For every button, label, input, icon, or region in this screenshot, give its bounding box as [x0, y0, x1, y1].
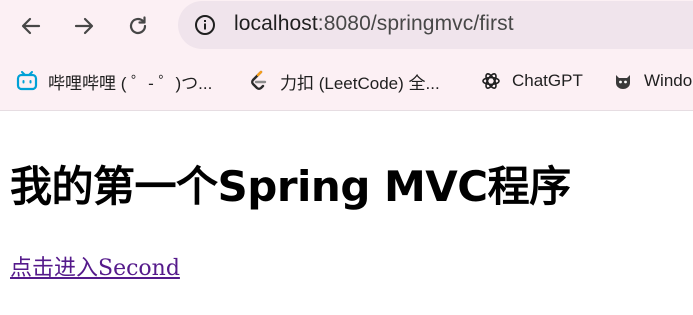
page-title: 我的第一个Spring MVC程序 [10, 162, 571, 211]
browser-toolbar: localhost:8080/springmvc/first [0, 0, 693, 52]
bookmark-label: ChatGPT [512, 71, 583, 90]
url-host: localhost [234, 12, 318, 35]
reload-icon [129, 16, 147, 35]
leetcode-icon [248, 70, 270, 92]
chatgpt-icon [480, 70, 502, 92]
bookmark-label: Windo [644, 71, 693, 90]
bookmarks-bar: 哔哩哔哩 ( ゜- ゜)つ... 力扣 (LeetCode) 全... Chat… [0, 56, 693, 106]
bookmark-chatgpt[interactable]: ChatGPT [480, 68, 583, 94]
bookmark-label: 哔哩哔哩 ( ゜- ゜)つ... [48, 73, 213, 93]
bookmark-bilibili[interactable]: 哔哩哔哩 ( ゜- ゜)つ... [16, 68, 212, 94]
arrow-left-icon [21, 17, 41, 35]
bookmark-leetcode[interactable]: 力扣 (LeetCode) 全... [248, 68, 440, 94]
info-icon[interactable] [194, 14, 216, 36]
second-page-link[interactable]: 点击进入Second [10, 250, 180, 282]
forward-button[interactable] [64, 6, 104, 46]
github-cat-icon [612, 70, 634, 92]
back-button[interactable] [11, 6, 51, 46]
bilibili-icon [16, 70, 38, 92]
reload-button[interactable] [118, 6, 158, 46]
page-content: 我的第一个Spring MVC程序 点击进入Second [0, 111, 693, 315]
bookmark-label: 力扣 (LeetCode) 全... [280, 73, 440, 93]
browser-chrome: localhost:8080/springmvc/first 哔哩哔哩 ( ゜-… [0, 0, 693, 110]
arrow-right-icon [74, 17, 94, 35]
address-bar[interactable]: localhost:8080/springmvc/first [178, 1, 693, 49]
bookmark-windows[interactable]: Windo [612, 68, 692, 94]
url-path: :8080/springmvc/first [317, 12, 514, 35]
url-text[interactable]: localhost:8080/springmvc/first [234, 12, 514, 36]
